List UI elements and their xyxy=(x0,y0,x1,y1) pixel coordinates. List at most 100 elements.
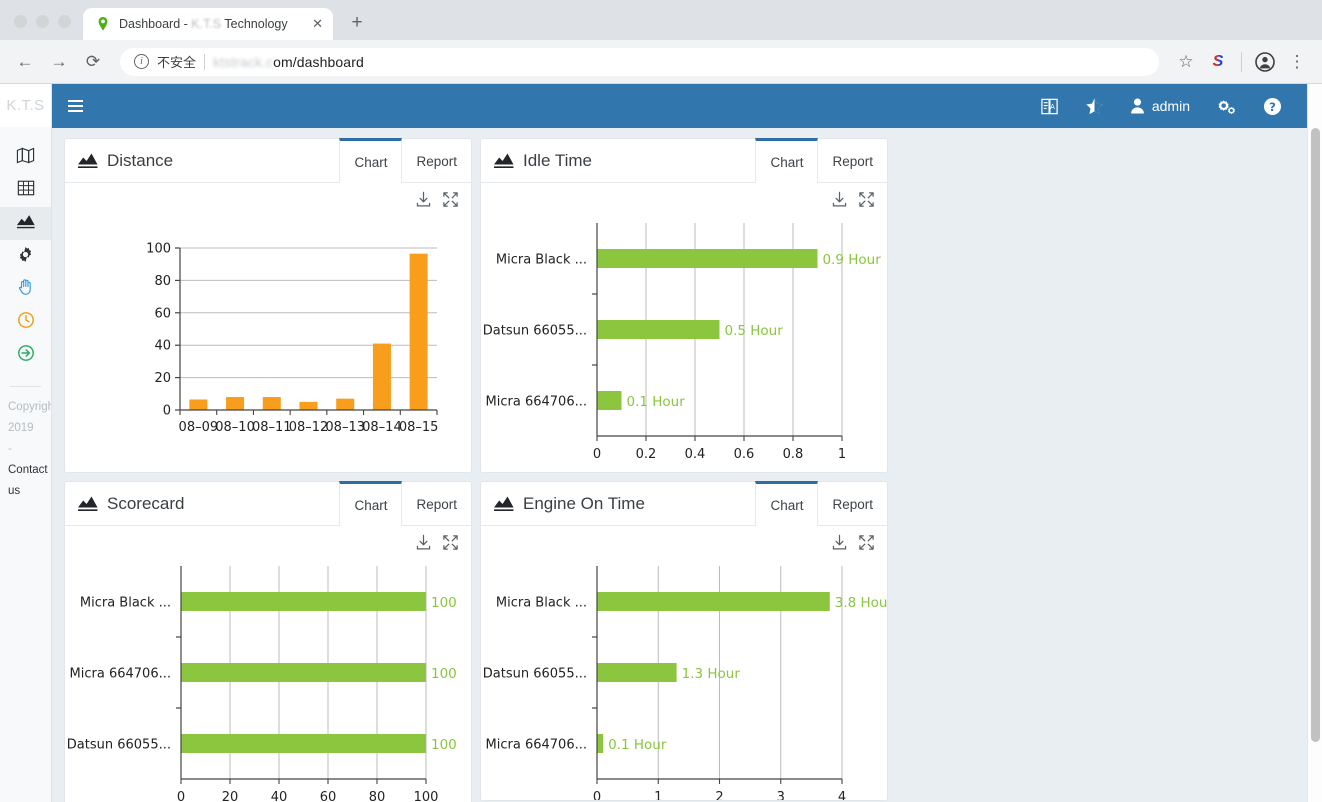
svg-text:Datsun 66055...: Datsun 66055... xyxy=(483,324,587,339)
svg-text:0: 0 xyxy=(593,790,601,800)
distance-bar-chart: 020406080100 08–0908–1008–1108–1208–1308… xyxy=(146,242,438,436)
copyright-year: 2019 xyxy=(8,422,34,434)
svg-text:Micra 664706...: Micra 664706... xyxy=(486,395,587,410)
scorecard-chart[interactable]: Micra Black ... Micra 664706... Datsun 660… xyxy=(65,526,471,802)
scrollbar-thumb[interactable] xyxy=(1311,128,1320,742)
sidebar-item-manage[interactable] xyxy=(0,273,51,306)
card-tabs: Chart Report xyxy=(339,481,471,526)
browser-window: Dashboard - K.T.S Technology ✕ + ← → ⟳ i… xyxy=(0,0,1322,802)
reload-button[interactable]: ⟳ xyxy=(78,47,108,77)
tab-report[interactable]: Report xyxy=(818,139,887,183)
engine-on-time-bar-chart: Micra Black ... Datsun 66055... Micra 6647… xyxy=(483,566,887,800)
svg-text:3: 3 xyxy=(777,790,785,800)
expand-icon[interactable] xyxy=(858,534,875,556)
sidebar-item-settings[interactable] xyxy=(0,240,51,273)
toolbar-actions: ☆ S ⋮ xyxy=(1171,47,1312,77)
browser-tab[interactable]: Dashboard - K.T.S Technology ✕ xyxy=(83,8,333,40)
arrow-circle-icon xyxy=(17,344,35,367)
card-tabs: Chart Report xyxy=(339,138,471,183)
card-engine-on-time: Engine On Time Chart Report Micra Black … xyxy=(480,481,888,801)
svg-text:0.4: 0.4 xyxy=(685,447,706,462)
idle-time-chart[interactable]: Micra Black ... Datsun 66055... Micra 6647… xyxy=(481,183,887,472)
user-menu[interactable]: admin xyxy=(1130,98,1190,114)
help-icon[interactable]: ? xyxy=(1263,97,1282,116)
contact-us-link-line2[interactable]: us xyxy=(8,481,43,502)
tab-chart[interactable]: Chart xyxy=(339,481,403,526)
forward-button[interactable]: → xyxy=(44,47,74,77)
card-tools xyxy=(415,534,459,556)
close-window-button[interactable] xyxy=(14,15,27,28)
svg-text:Micra 664706...: Micra 664706... xyxy=(486,738,587,753)
card-tools xyxy=(831,191,875,213)
map-icon xyxy=(16,146,35,170)
tab-chart[interactable]: Chart xyxy=(339,138,403,183)
extension-icon[interactable]: S xyxy=(1203,47,1233,77)
svg-text:100: 100 xyxy=(146,242,171,257)
profile-avatar-icon[interactable] xyxy=(1250,47,1280,77)
engine-on-time-chart[interactable]: Micra Black ... Datsun 66055... Micra 6647… xyxy=(481,526,887,800)
browser-menu-icon[interactable]: ⋮ xyxy=(1282,47,1312,77)
sidebar-divider xyxy=(10,386,41,387)
svg-text:20: 20 xyxy=(222,790,239,802)
svg-text:40: 40 xyxy=(271,790,288,802)
menu-toggle-icon[interactable] xyxy=(68,100,83,112)
bookmark-star-icon[interactable]: ☆ xyxy=(1171,47,1201,77)
download-icon[interactable] xyxy=(831,534,848,556)
area-chart-icon xyxy=(77,495,99,512)
page-scrollbar[interactable] xyxy=(1307,84,1322,802)
svg-text:1: 1 xyxy=(654,790,662,800)
tab-report[interactable]: Report xyxy=(402,139,471,183)
copyright-label: Copyright xyxy=(8,401,51,413)
brand-logo[interactable]: K.T.S xyxy=(0,84,51,127)
sidebar-item-logout[interactable] xyxy=(0,339,51,372)
tab-report[interactable]: Report xyxy=(818,482,887,526)
svg-text:08–10: 08–10 xyxy=(215,420,255,435)
sidebar-nav xyxy=(0,127,51,372)
footer-dash: - xyxy=(8,443,12,455)
back-button[interactable]: ← xyxy=(10,47,40,77)
language-icon[interactable]: A xyxy=(1040,97,1059,116)
download-icon[interactable] xyxy=(415,534,432,556)
app-header: A admin ? xyxy=(52,84,1310,128)
download-icon[interactable] xyxy=(415,191,432,213)
expand-icon[interactable] xyxy=(858,191,875,213)
svg-text:08–14: 08–14 xyxy=(362,420,402,435)
card-tools xyxy=(415,191,459,213)
area-chart-icon xyxy=(493,495,515,512)
distance-chart[interactable]: 0 20 40 60 80 100 08–09 08–10 08–11 08–12 08–13 08… xyxy=(65,183,471,472)
tab-chart[interactable]: Chart xyxy=(755,481,819,526)
sidebar-item-map[interactable] xyxy=(0,141,51,174)
star-icon[interactable] xyxy=(1085,97,1104,116)
sidebar-item-table[interactable] xyxy=(0,174,51,207)
sidebar-item-history[interactable] xyxy=(0,306,51,339)
window-controls[interactable] xyxy=(10,15,83,40)
svg-text:0.1 Hour: 0.1 Hour xyxy=(608,737,667,753)
expand-icon[interactable] xyxy=(442,534,459,556)
svg-text:Micra Black ...: Micra Black ... xyxy=(496,596,587,611)
card-title: Idle Time xyxy=(493,151,592,171)
card-header: Engine On Time Chart Report xyxy=(481,481,887,526)
card-body: Micra Black ... Datsun 66055... Micra 6647… xyxy=(481,183,887,472)
address-bar[interactable]: i 不安全 ktstrack.com/dashboard xyxy=(120,47,1159,76)
new-tab-button[interactable]: + xyxy=(343,9,371,37)
card-body: 0 20 40 60 80 100 08–09 08–10 08–11 08–12 08–13 08… xyxy=(65,183,471,472)
card-tools xyxy=(831,534,875,556)
tab-chart[interactable]: Chart xyxy=(755,138,819,183)
download-icon[interactable] xyxy=(831,191,848,213)
contact-us-link-line1[interactable]: Contact xyxy=(8,460,48,481)
svg-text:0.5 Hour: 0.5 Hour xyxy=(725,323,784,339)
sidebar-item-dashboard[interactable] xyxy=(0,207,51,240)
clock-icon xyxy=(17,311,35,334)
omnibox-divider xyxy=(204,53,206,70)
card-body: Micra Black ... Datsun 66055... Micra 6647… xyxy=(481,526,887,800)
maximize-window-button[interactable] xyxy=(58,15,71,28)
info-icon[interactable]: i xyxy=(134,54,149,69)
card-title-text: Scorecard xyxy=(107,493,185,513)
svg-text:0.1 Hour: 0.1 Hour xyxy=(627,394,686,410)
gears-icon[interactable] xyxy=(1216,97,1237,116)
expand-icon[interactable] xyxy=(442,191,459,213)
tab-report[interactable]: Report xyxy=(402,482,471,526)
minimize-window-button[interactable] xyxy=(36,15,49,28)
close-tab-button[interactable]: ✕ xyxy=(312,16,323,32)
chart-icon xyxy=(16,212,36,235)
